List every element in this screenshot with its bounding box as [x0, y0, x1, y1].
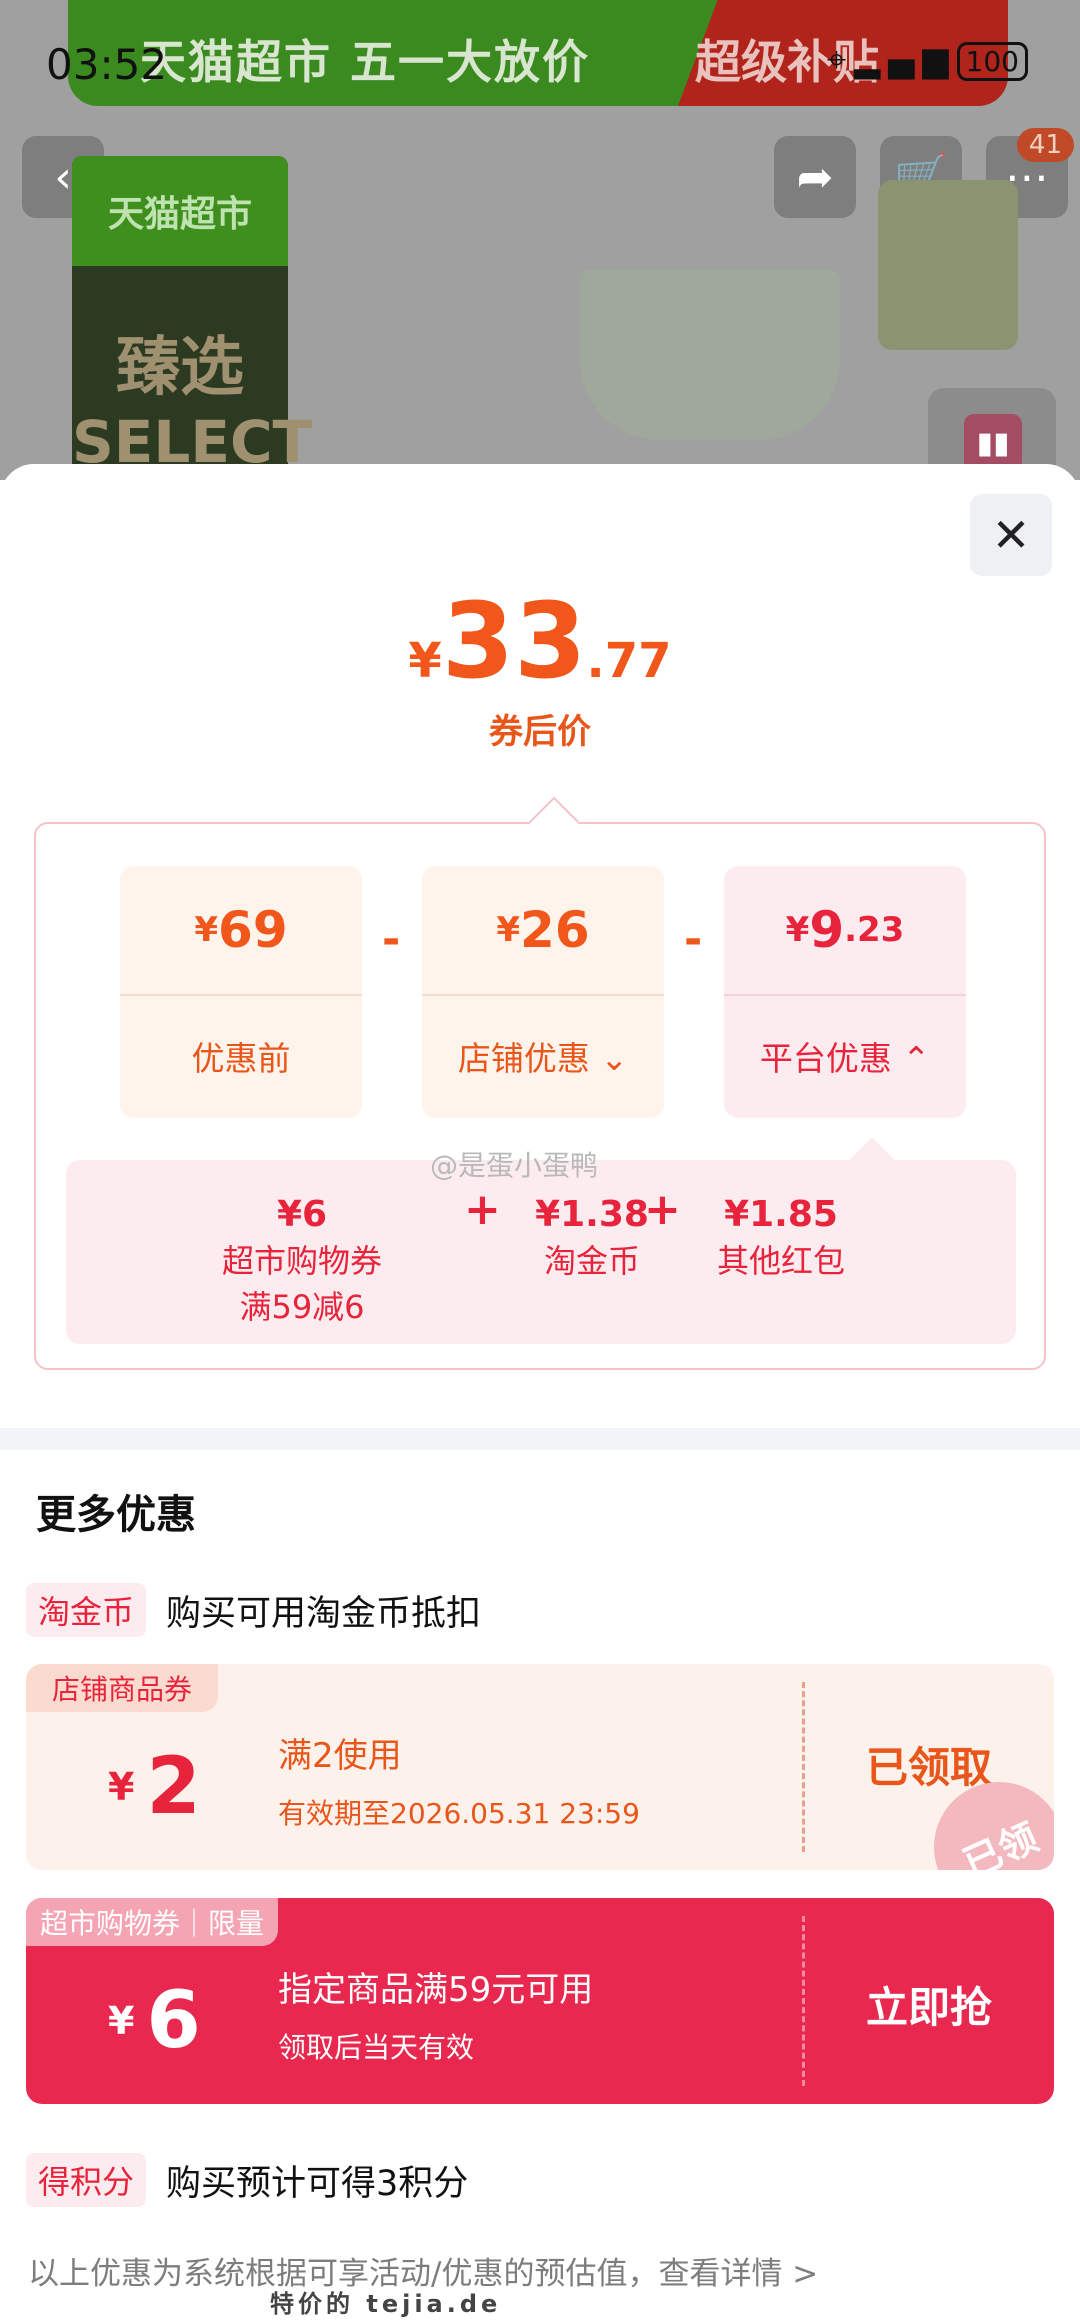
points-row: 得积分 购买预计可得3积分: [26, 2152, 468, 2208]
coupon-amount: ¥2: [108, 1742, 201, 1832]
coupon-condition: 指定商品满59元可用: [278, 1970, 594, 2010]
item-label: 淘金币: [543, 1242, 640, 1280]
logo-line2: 臻选: [116, 331, 244, 405]
coupon-validity: 有效期至2026.05.31 23:59: [278, 1797, 640, 1830]
coupon-tag: 店铺商品券: [26, 1664, 219, 1712]
plus-sign: +: [464, 1184, 501, 1235]
card-label: 优惠前: [191, 1039, 291, 1078]
platform-discount-card[interactable]: ¥9.23 平台优惠 ⌃: [724, 866, 966, 1118]
coupon-divider: [802, 1682, 805, 1852]
card-currency: ¥: [496, 910, 521, 950]
product-package-image: [878, 180, 1018, 350]
other-redpacket-item: ¥1.85 其他红包: [686, 1192, 876, 1284]
signal-icon: ▂▄▆: [854, 40, 957, 80]
minus-sign: -: [382, 914, 401, 965]
footer-watermark: 特价的 tejia.de: [270, 2290, 502, 2318]
chevron-left-icon: ‹: [54, 151, 72, 203]
product-page-background: 天猫超市 五一大放价 超级补贴 03:52 ⌖▂▄▆ 100 ‹ ➦ 🛒 ⋯ 41…: [0, 0, 1080, 480]
share-icon: ➦: [796, 151, 834, 203]
card-label: 店铺优惠 ⌄: [457, 1039, 629, 1078]
grab-coupon-button[interactable]: 立即抢: [866, 1974, 992, 2035]
item-label: 超市购物券: [221, 1242, 382, 1280]
card-value: 9: [809, 901, 845, 959]
item-note: 满59减6: [239, 1288, 365, 1326]
card-currency: ¥: [194, 910, 219, 950]
supermarket-coupon-item: ¥6 超市购物券 满59减6: [192, 1192, 412, 1330]
card-label: 平台优惠 ⌃: [759, 1039, 931, 1078]
more-offers-title: 更多优惠: [36, 1492, 196, 1538]
coupon-value: 2: [146, 1742, 201, 1832]
points-tag: 得积分: [26, 2153, 147, 2207]
card-decimal: .23: [844, 910, 905, 950]
status-time: 03:52: [46, 40, 168, 89]
coupon-divider: [802, 1916, 805, 2086]
final-price: ¥33.77: [0, 580, 1080, 702]
original-price-card: ¥69 优惠前: [120, 866, 362, 1118]
card-value: 69: [218, 901, 288, 959]
taojinbi-tag: 淘金币: [26, 1583, 147, 1637]
item-value: ¥6: [276, 1194, 328, 1235]
points-text: 购买预计可得3积分: [166, 2163, 469, 2204]
price-integer: 33: [441, 580, 587, 702]
logo-line1: 天猫超市: [72, 156, 288, 266]
plus-sign: +: [644, 1184, 681, 1235]
location-icon: ⌖: [826, 40, 855, 80]
taojinbi-text: 购买可用淘金币抵扣: [166, 1593, 482, 1634]
price-breakdown: ¥69 优惠前 - ¥26 店铺优惠 ⌄ - ¥9.23 平台优惠 ⌃ ¥6 超…: [34, 796, 1046, 1370]
store-coupon: 店铺商品券 ¥2 满2使用 有效期至2026.05.31 23:59 已领取 已…: [26, 1664, 1054, 1870]
coupon-currency: ¥: [108, 1999, 135, 2043]
product-image[interactable]: [580, 270, 840, 440]
taojinbi-row: 淘金币 购买可用淘金币抵扣: [26, 1582, 481, 1638]
coupon-tag: 超市购物券｜限量: [26, 1898, 279, 1946]
section-divider: [0, 1428, 1080, 1450]
brand-logo: 天猫超市 臻选 SELECT: [72, 156, 312, 480]
coupon-amount: ¥6: [108, 1976, 201, 2066]
close-button[interactable]: ✕: [970, 494, 1052, 576]
subpanel-caret: [849, 1137, 895, 1183]
cart-count-badge: 41: [1016, 128, 1074, 162]
item-label: 其他红包: [716, 1242, 845, 1280]
share-button[interactable]: ➦: [774, 136, 856, 218]
coupon-condition: 满2使用: [278, 1736, 402, 1776]
card-value: 26: [520, 901, 590, 959]
coupon-value: 6: [146, 1976, 201, 2066]
final-price-label: 券后价: [489, 712, 591, 752]
supermarket-coupon[interactable]: 超市购物券｜限量 ¥6 指定商品满59元可用 领取后当天有效 立即抢: [26, 1898, 1054, 2104]
price-decimal: .77: [586, 633, 672, 689]
platform-discount-details: ¥6 超市购物券 满59减6 + ¥1.38 淘金币 + ¥1.85 其他红包: [66, 1137, 1016, 1344]
status-icons: ⌖▂▄▆ 100: [827, 40, 1028, 81]
coupon-currency: ¥: [108, 1765, 135, 1809]
coupon-claimed-label: 已领取: [866, 1743, 993, 1792]
watermark: @是蛋小蛋鸭: [430, 1149, 599, 1182]
status-bar: 03:52 ⌖▂▄▆ 100: [0, 40, 1080, 90]
coupon-validity: 领取后当天有效: [278, 2031, 475, 2064]
store-discount-card[interactable]: ¥26 店铺优惠 ⌄: [422, 866, 664, 1118]
battery-icon: 100: [956, 42, 1028, 81]
card-currency: ¥: [785, 910, 810, 950]
item-value: ¥1.85: [724, 1194, 838, 1235]
minus-sign: -: [684, 914, 703, 965]
price-currency: ¥: [408, 633, 442, 689]
close-icon: ✕: [991, 508, 1031, 562]
screen: 天猫超市 五一大放价 超级补贴 03:52 ⌖▂▄▆ 100 ‹ ➦ 🛒 ⋯ 41…: [0, 0, 1080, 2324]
